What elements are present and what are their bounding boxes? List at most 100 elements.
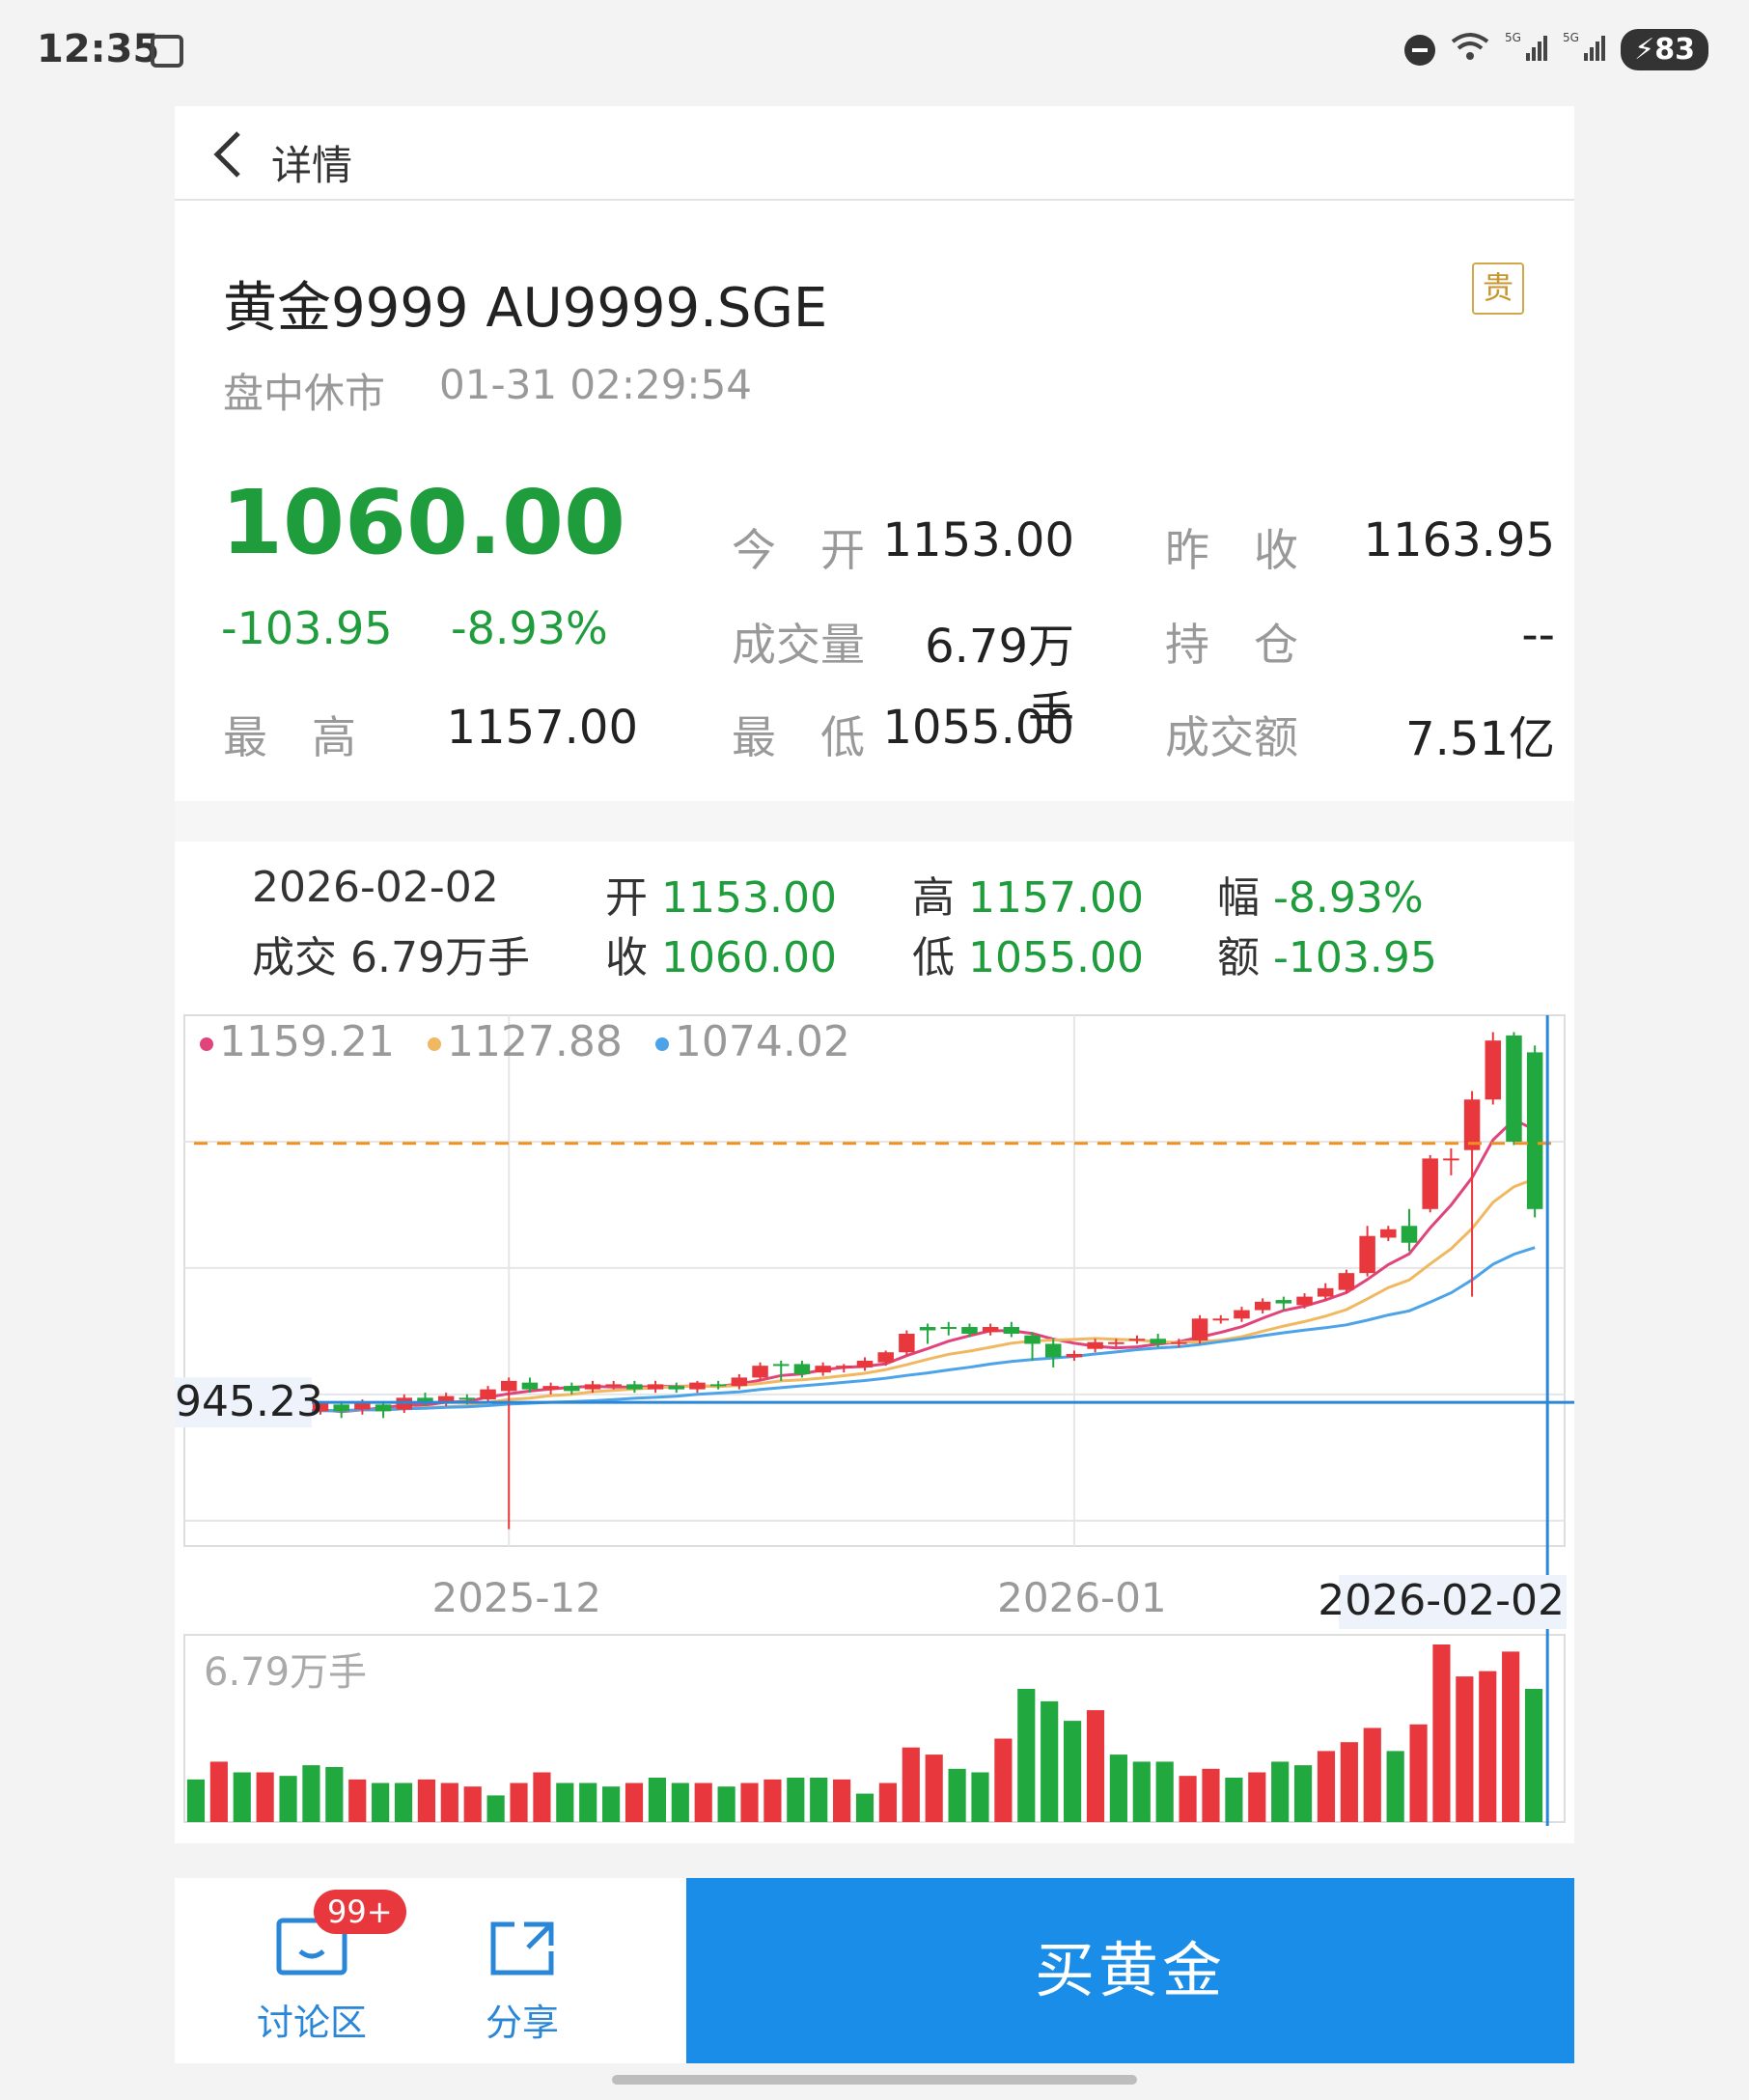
- candle-body: [647, 1384, 664, 1390]
- volume-bar: [1041, 1700, 1059, 1822]
- candle-body: [877, 1352, 894, 1363]
- volume-bar: [417, 1779, 436, 1822]
- candle: [1044, 1339, 1062, 1368]
- svg-text:5G: 5G: [1505, 31, 1521, 44]
- turnover-value: 7.51亿: [1405, 712, 1555, 766]
- volume-bar: [233, 1772, 251, 1822]
- ma-line: [194, 1246, 1536, 1414]
- volume-bar: [740, 1782, 759, 1822]
- volume-bar: [372, 1782, 390, 1822]
- volume-bar: [878, 1782, 897, 1822]
- unread-badge: 99+: [314, 1890, 406, 1934]
- candle-body: [1003, 1327, 1020, 1334]
- share-label: 分享: [485, 2002, 559, 2044]
- candle: [1024, 1332, 1041, 1361]
- candle-body: [772, 1364, 790, 1367]
- discuss-button[interactable]: 讨论区: [244, 1917, 379, 2046]
- buy-gold-button[interactable]: 买黄金: [686, 1878, 1574, 2063]
- volume-bar: [463, 1786, 482, 1822]
- candle-body: [689, 1382, 706, 1390]
- volume-bar: [1179, 1776, 1197, 1822]
- quote-panel: 黄金9999 AU9999.SGE 贵 盘中休市 01-31 02:29:54 …: [175, 201, 1574, 801]
- x-axis-label: 2026-01: [997, 1574, 1167, 1621]
- home-indicator[interactable]: [612, 2075, 1137, 2085]
- candle-body: [1128, 1339, 1146, 1341]
- volume-bar: [325, 1766, 344, 1822]
- ohlc-pct: 幅 -8.93%: [1217, 873, 1424, 923]
- volume-bar: [556, 1782, 574, 1822]
- candle-body: [542, 1386, 559, 1390]
- page-header: 详情: [175, 106, 1574, 201]
- volume-bar: [1363, 1727, 1381, 1822]
- candle: [1234, 1307, 1250, 1322]
- share-button[interactable]: 分享: [464, 1917, 580, 2046]
- volume-bar: [1524, 1689, 1543, 1822]
- candle-body: [1359, 1235, 1375, 1274]
- candle: [1380, 1226, 1397, 1241]
- candle: [709, 1380, 727, 1390]
- candle-body: [731, 1377, 748, 1387]
- kline-chart-panel[interactable]: 945.23 2025-12 2026-01 2026-02-02 6.79万手 11…: [175, 986, 1574, 1843]
- candle-body: [480, 1389, 496, 1400]
- ma-line: [194, 1177, 1536, 1414]
- volume-bar: [1271, 1761, 1290, 1822]
- volume-bar: [186, 1779, 206, 1822]
- volume-bar: [348, 1779, 367, 1822]
- price-change-pct: -8.93%: [451, 602, 608, 654]
- volume-bar: [648, 1778, 666, 1822]
- candle-body: [521, 1382, 539, 1390]
- volume-bar: [948, 1768, 966, 1822]
- high-value: 1157.00: [446, 701, 639, 755]
- back-button[interactable]: [209, 127, 248, 194]
- volume-bar: [1132, 1761, 1151, 1822]
- volume-bar: [1409, 1724, 1428, 1822]
- candle: [982, 1323, 999, 1336]
- candle: [1359, 1226, 1375, 1277]
- market-session: 盘中休市: [223, 370, 386, 417]
- candle-body: [1171, 1341, 1187, 1344]
- candle: [1443, 1147, 1459, 1175]
- candle: [815, 1362, 831, 1376]
- volume-bar: [279, 1776, 297, 1822]
- candle-body: [856, 1360, 874, 1368]
- candle: [919, 1323, 936, 1344]
- candle: [1463, 1091, 1481, 1297]
- candle-body: [1380, 1229, 1397, 1238]
- kline-chart[interactable]: 945.23 2025-12 2026-01 2026-02-02 6.79万手: [175, 986, 1574, 1843]
- price-change: -103.95: [221, 602, 393, 654]
- candle: [1128, 1335, 1146, 1344]
- candle-body: [709, 1384, 727, 1387]
- candle-body: [815, 1366, 831, 1373]
- candle-body: [1024, 1335, 1041, 1344]
- ohlc-high: 高 1157.00: [912, 873, 1144, 923]
- candle-body: [500, 1380, 517, 1392]
- open-interest-label: 持 仓: [1165, 619, 1298, 671]
- candle: [542, 1382, 559, 1395]
- open-label: 今 开: [732, 524, 865, 576]
- volume-bar: [694, 1782, 712, 1822]
- candle: [1212, 1314, 1230, 1324]
- volume-bar: [625, 1782, 644, 1822]
- candle: [1191, 1314, 1208, 1344]
- candle: [668, 1382, 685, 1394]
- volume-bar: [1086, 1710, 1105, 1822]
- volume-bar: [486, 1795, 505, 1822]
- volume-bar: [510, 1782, 528, 1822]
- candle-body: [982, 1327, 999, 1333]
- ohlc-amount: 额 -103.95: [1217, 933, 1437, 982]
- candle-body: [752, 1366, 768, 1378]
- candle-body: [1254, 1301, 1271, 1311]
- volume-bar: [1317, 1751, 1336, 1822]
- battery-level: 83: [1654, 33, 1695, 67]
- crosshair-price: 945.23: [175, 1377, 323, 1426]
- candle: [1087, 1339, 1103, 1353]
- candle-body: [458, 1397, 476, 1400]
- page-title: 详情: [271, 142, 353, 189]
- candle-body: [1338, 1273, 1355, 1290]
- volume-bar: [1109, 1755, 1127, 1822]
- prev-close-value: 1163.95: [1363, 513, 1556, 567]
- volume-bar: [1479, 1671, 1497, 1822]
- svg-text:5G: 5G: [1563, 31, 1579, 44]
- candle-body: [375, 1404, 392, 1412]
- candle: [1485, 1032, 1502, 1105]
